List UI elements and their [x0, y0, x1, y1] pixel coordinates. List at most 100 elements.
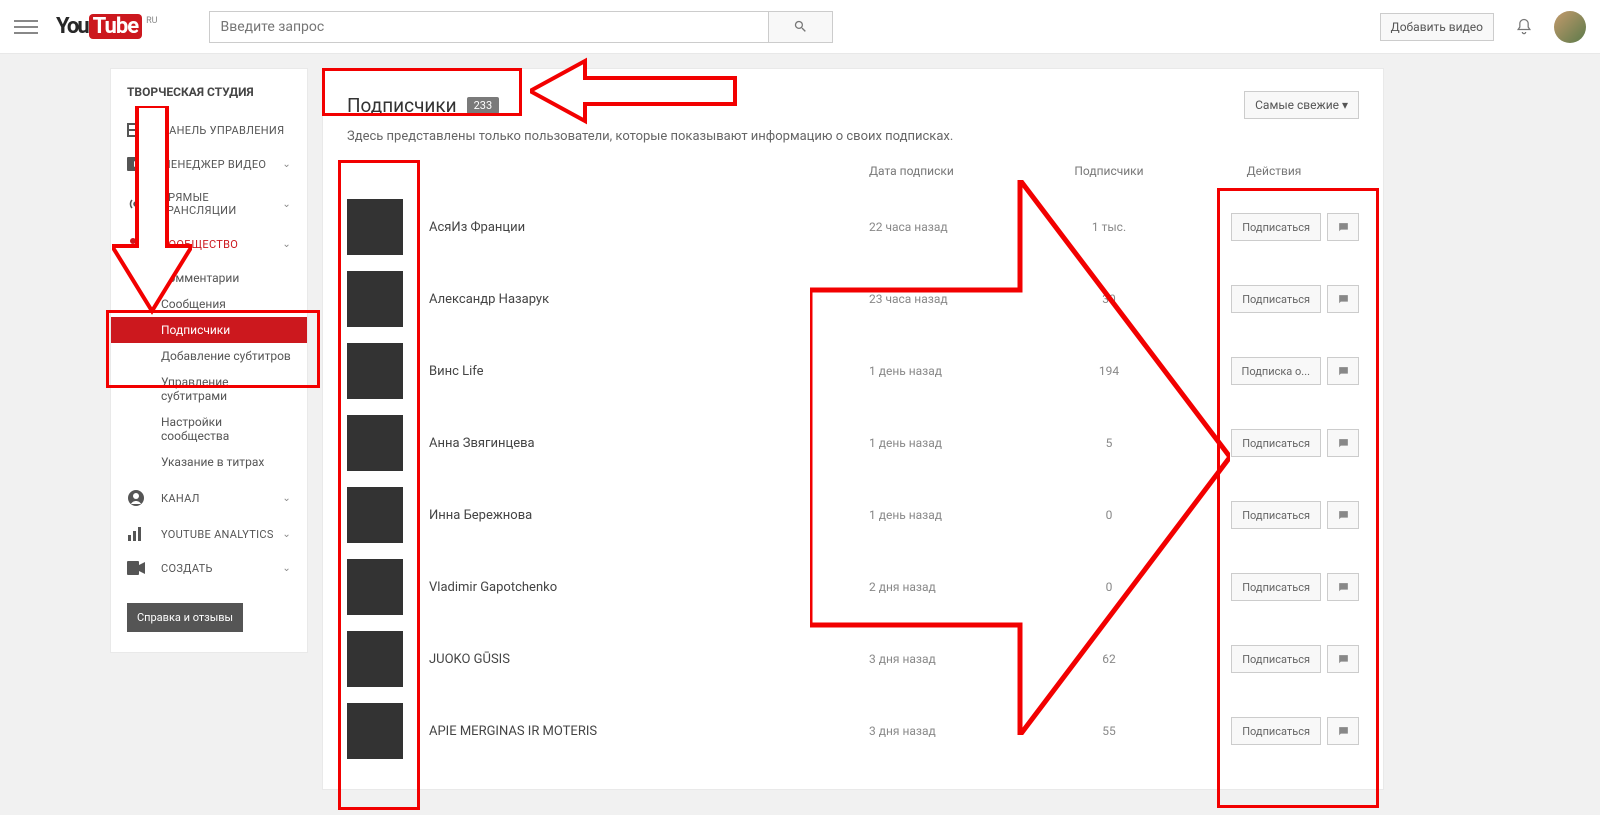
- message-icon: [1337, 365, 1350, 378]
- subscribe-button[interactable]: Подписаться: [1231, 573, 1321, 601]
- col-actions-header: Действия: [1189, 164, 1359, 178]
- sidebar-title: ТВОРЧЕСКАЯ СТУДИЯ: [111, 85, 307, 113]
- youtube-logo[interactable]: You Tube RU: [56, 14, 157, 39]
- subscription-date: 22 часа назад: [869, 220, 1029, 234]
- message-button[interactable]: [1327, 357, 1359, 385]
- upload-button[interactable]: Добавить видео: [1380, 13, 1494, 41]
- sidebar: ТВОРЧЕСКАЯ СТУДИЯ ПАНЕЛЬ УПРАВЛЕНИЯ МЕНЕ…: [110, 68, 308, 653]
- sidebar-item-create[interactable]: СОЗДАТЬ ⌄: [111, 551, 307, 585]
- sidebar-item-channel[interactable]: КАНАЛ ⌄: [111, 479, 307, 517]
- sub-comments[interactable]: Комментарии: [111, 265, 307, 291]
- sub-messages[interactable]: Сообщения: [111, 291, 307, 317]
- subscriber-avatar[interactable]: [347, 415, 403, 471]
- sub-credits[interactable]: Указание в титрах: [111, 449, 307, 475]
- subscriber-name[interactable]: Александр Назарук: [429, 292, 869, 307]
- table-row: APIE MERGINAS IR MOTERIS3 дня назад55Под…: [347, 695, 1359, 767]
- sidebar-item-live[interactable]: ПРЯМЫЕ ТРАНСЛЯЦИИ ⌄: [111, 181, 307, 227]
- sort-dropdown[interactable]: Самые свежие ▾: [1244, 91, 1359, 119]
- page-title: Подписчики 233: [347, 94, 499, 117]
- search-input[interactable]: [209, 11, 769, 43]
- subscription-date: 3 дня назад: [869, 724, 1029, 738]
- sub-manage-captions[interactable]: Управление субтитрами: [111, 369, 307, 409]
- search-button[interactable]: [769, 11, 833, 43]
- subscriber-avatar[interactable]: [347, 271, 403, 327]
- message-icon: [1337, 221, 1350, 234]
- message-button[interactable]: [1327, 429, 1359, 457]
- sub-subscribers[interactable]: Подписчики: [111, 317, 307, 343]
- subscriber-avatar[interactable]: [347, 343, 403, 399]
- message-button[interactable]: [1327, 645, 1359, 673]
- message-button[interactable]: [1327, 717, 1359, 745]
- sidebar-item-label: СООБЩЕСТВО: [161, 238, 238, 251]
- sidebar-item-dashboard[interactable]: ПАНЕЛЬ УПРАВЛЕНИЯ: [111, 113, 307, 147]
- subscribe-button[interactable]: Подписаться: [1231, 717, 1321, 745]
- sub-add-captions[interactable]: Добавление субтитров: [111, 343, 307, 369]
- subscriber-count: 30: [1029, 292, 1189, 306]
- subscription-date: 1 день назад: [869, 436, 1029, 450]
- video-icon: [127, 157, 149, 171]
- subscription-date: 1 день назад: [869, 364, 1029, 378]
- message-button[interactable]: [1327, 285, 1359, 313]
- subscriber-name[interactable]: Анна Звягинцева: [429, 436, 869, 451]
- message-icon: [1337, 725, 1350, 738]
- sidebar-item-label: МЕНЕДЖЕР ВИДЕО: [161, 158, 266, 171]
- message-icon: [1337, 437, 1350, 450]
- sidebar-item-label: YOUTUBE ANALYTICS: [161, 528, 274, 541]
- subscriber-name[interactable]: APIE MERGINAS IR MOTERIS: [429, 724, 869, 739]
- subscriber-avatar[interactable]: [347, 199, 403, 255]
- page-title-text: Подписчики: [347, 94, 457, 117]
- subscribe-button[interactable]: Подписаться: [1231, 213, 1321, 241]
- message-icon: [1337, 581, 1350, 594]
- subscriber-name[interactable]: Vladimir Gapotchenko: [429, 580, 869, 595]
- logo-country: RU: [146, 16, 157, 26]
- sidebar-item-label: ПРЯМЫЕ ТРАНСЛЯЦИИ: [160, 191, 282, 217]
- subscribe-button[interactable]: Подписаться: [1231, 501, 1321, 529]
- chevron-down-icon: ⌄: [282, 159, 291, 170]
- subscribe-button[interactable]: Подписка о...: [1231, 357, 1321, 385]
- subscriber-avatar[interactable]: [347, 487, 403, 543]
- subscription-date: 2 дня назад: [869, 580, 1029, 594]
- sub-community-settings[interactable]: Настройки сообщества: [111, 409, 307, 449]
- top-header: You Tube RU Добавить видео: [0, 0, 1600, 54]
- message-button[interactable]: [1327, 573, 1359, 601]
- subscriber-name[interactable]: Винс Life: [429, 364, 869, 379]
- subscriber-name[interactable]: JUOKO GŪSIS: [429, 652, 869, 667]
- subscriber-name[interactable]: Инна Бережнова: [429, 508, 869, 523]
- subscriber-count-badge: 233: [467, 97, 500, 114]
- community-icon: [127, 237, 149, 251]
- chevron-down-icon: ⌄: [282, 529, 291, 540]
- table-header: Дата подписки Подписчики Действия: [347, 164, 1359, 191]
- message-button[interactable]: [1327, 213, 1359, 241]
- dashboard-icon: [127, 123, 149, 137]
- subscriber-avatar[interactable]: [347, 559, 403, 615]
- help-feedback-button[interactable]: Справка и отзывы: [127, 603, 243, 632]
- notifications-icon[interactable]: [1514, 16, 1534, 38]
- sidebar-item-community[interactable]: СООБЩЕСТВО ⌄: [111, 227, 307, 261]
- subscribe-button[interactable]: Подписаться: [1231, 285, 1321, 313]
- subscriber-avatar[interactable]: [347, 703, 403, 759]
- message-icon: [1337, 293, 1350, 306]
- subscriber-name[interactable]: АсяИз Франции: [429, 220, 869, 235]
- table-row: Винс Life1 день назад194Подписка о...: [347, 335, 1359, 407]
- subscriber-count: 0: [1029, 580, 1189, 594]
- sidebar-item-analytics[interactable]: YOUTUBE ANALYTICS ⌄: [111, 517, 307, 551]
- subscriber-count: 5: [1029, 436, 1189, 450]
- subscription-date: 3 дня назад: [869, 652, 1029, 666]
- community-submenu: Комментарии Сообщения Подписчики Добавле…: [111, 261, 307, 479]
- subscribe-button[interactable]: Подписаться: [1231, 429, 1321, 457]
- table-row: Vladimir Gapotchenko2 дня назад0 Подписат…: [347, 551, 1359, 623]
- hamburger-icon[interactable]: [14, 15, 38, 39]
- sidebar-item-label: КАНАЛ: [161, 492, 200, 505]
- subscribe-button[interactable]: Подписаться: [1231, 645, 1321, 673]
- subscriber-avatar[interactable]: [347, 631, 403, 687]
- subscriber-count: 0: [1029, 508, 1189, 522]
- search-form: [209, 11, 833, 43]
- message-button[interactable]: [1327, 501, 1359, 529]
- table-row: Инна Бережнова1 день назад0Подписаться: [347, 479, 1359, 551]
- table-row: JUOKO GŪSIS3 дня назад62Подписаться: [347, 623, 1359, 695]
- col-subs-header: Подписчики: [1029, 164, 1189, 178]
- subscription-date: 23 часа назад: [869, 292, 1029, 306]
- user-avatar[interactable]: [1554, 11, 1586, 43]
- sidebar-item-video-manager[interactable]: МЕНЕДЖЕР ВИДЕО ⌄: [111, 147, 307, 181]
- create-icon: [127, 561, 149, 575]
